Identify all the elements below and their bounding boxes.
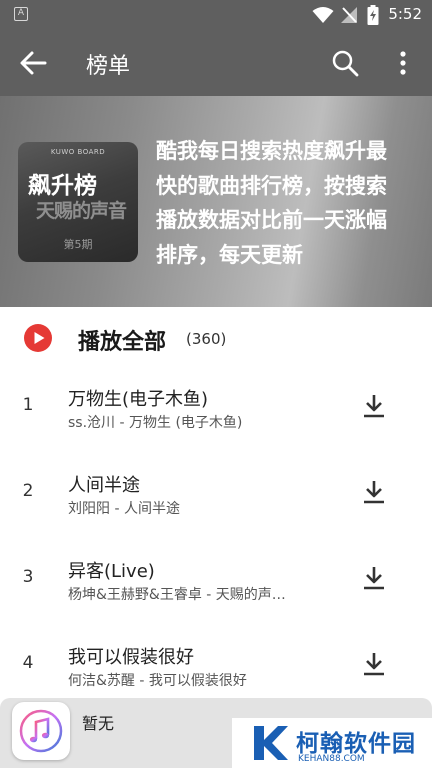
cover-art-text: 天赐的声音 xyxy=(36,200,127,222)
song-row[interactable]: 2 人间半途 刘阳阳 - 人间半途 xyxy=(0,453,432,539)
status-time: 5:52 xyxy=(388,5,422,23)
watermark: 柯翰软件园 KEHAN88.COM xyxy=(232,718,432,768)
song-title: 异客(Live) xyxy=(68,561,155,582)
status-bar: A 5:52 xyxy=(0,0,432,30)
toolbar: 榜单 xyxy=(0,30,432,96)
play-all-label[interactable]: 播放全部 xyxy=(78,324,166,356)
song-count: (360) xyxy=(186,330,227,348)
song-artist-album: 杨坤&王赫野&王睿卓 - 天赐的声… xyxy=(68,587,286,603)
song-row[interactable]: 1 万物生(电子木鱼) ss.沧川 - 万物生 (电子木鱼) xyxy=(0,367,432,453)
download-icon[interactable] xyxy=(362,565,386,591)
chart-cover-image: KUWO BOARD 飙升榜 天赐的声音 第5期 xyxy=(18,142,138,262)
play-all-row[interactable]: 播放全部 (360) xyxy=(0,307,432,369)
song-artist-album: 何洁&苏醒 - 我可以假装很好 xyxy=(68,673,247,689)
chart-description: 酷我每日搜索热度飙升最快的歌曲排行榜，按搜索播放数据对比前一天涨幅排序，每天更新 xyxy=(156,139,387,267)
song-title: 我可以假装很好 xyxy=(68,647,194,668)
song-rank: 4 xyxy=(22,653,34,673)
page-title: 榜单 xyxy=(86,54,131,79)
watermark-url: KEHAN88.COM xyxy=(298,754,365,764)
song-title: 人间半途 xyxy=(68,475,140,496)
song-row[interactable]: 3 异客(Live) 杨坤&王赫野&王睿卓 - 天赐的声… xyxy=(0,539,432,625)
more-vert-icon[interactable] xyxy=(392,49,414,77)
song-title: 万物生(电子木鱼) xyxy=(68,389,209,410)
music-note-icon xyxy=(19,709,63,753)
now-playing-title: 暂无 xyxy=(82,714,115,733)
download-icon[interactable] xyxy=(362,393,386,419)
song-artist-album: 刘阳阳 - 人间半途 xyxy=(68,501,180,517)
wifi-icon xyxy=(312,7,334,23)
play-circle-icon[interactable] xyxy=(24,324,52,352)
song-artist-album: ss.沧川 - 万物生 (电子木鱼) xyxy=(68,415,243,431)
song-rank: 1 xyxy=(22,395,34,415)
download-icon[interactable] xyxy=(362,479,386,505)
cover-brand-text: KUWO BOARD xyxy=(50,148,106,156)
app-notification-icon: A xyxy=(14,7,28,21)
song-rank: 3 xyxy=(22,567,34,587)
watermark-logo-icon xyxy=(254,726,288,760)
song-rank: 2 xyxy=(22,481,34,501)
search-icon[interactable] xyxy=(331,49,359,77)
cover-title: 飙升榜 xyxy=(28,173,97,199)
download-icon[interactable] xyxy=(362,651,386,677)
cover-episode: 第5期 xyxy=(63,238,93,251)
battery-charging-icon xyxy=(367,5,379,25)
no-signal-icon xyxy=(341,7,357,23)
watermark-name: 柯翰软件园 xyxy=(296,731,416,757)
back-arrow-icon[interactable] xyxy=(18,49,48,77)
player-album-art[interactable] xyxy=(12,702,70,760)
